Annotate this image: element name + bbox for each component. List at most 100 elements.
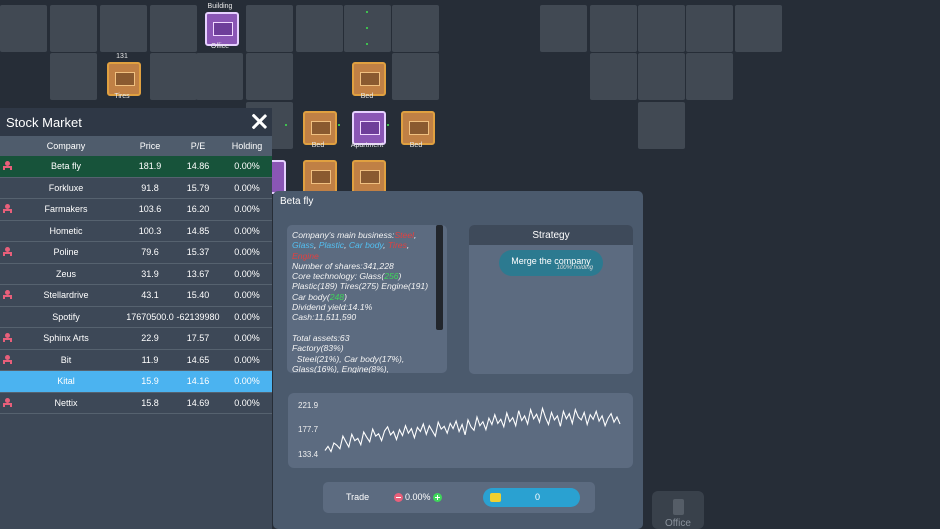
merge-company-button[interactable]: Merge the company 100% holding: [499, 250, 603, 276]
map-tile[interactable]: [590, 53, 637, 100]
column-holding[interactable]: Holding: [218, 136, 276, 156]
table-row[interactable]: Hometic 100.3 14.85 0.00%: [0, 221, 272, 242]
office-building-icon[interactable]: [205, 12, 239, 46]
map-tile[interactable]: [246, 5, 293, 52]
business-item: Car body: [348, 240, 384, 251]
table-row[interactable]: Sphinx Arts 22.9 17.57 0.00%: [0, 328, 272, 350]
map-tile[interactable]: [392, 53, 439, 100]
map-tile[interactable]: [50, 53, 97, 100]
business-item: Tires: [387, 240, 407, 251]
table-row[interactable]: Forkluxe 91.8 15.79 0.00%: [0, 178, 272, 199]
apartment-label: Apartment: [350, 142, 384, 149]
map-tile[interactable]: [735, 5, 782, 52]
company-list: Beta fly 181.9 14.86 0.00% Forkluxe 91.8 15.7…: [0, 156, 272, 414]
price-chart-svg: [324, 406, 621, 453]
column-company[interactable]: Company: [16, 136, 116, 156]
company-holding: 0.00%: [234, 333, 260, 343]
bed-factory-icon[interactable]: [401, 111, 435, 145]
company-holding: 0.00%: [234, 397, 260, 408]
road-dot: [366, 11, 368, 13]
trade-bar: Trade 0.00% 0: [323, 482, 595, 513]
trade-amount-button[interactable]: 0: [483, 488, 580, 507]
map-tile[interactable]: [100, 5, 147, 52]
trade-label: Trade: [346, 492, 370, 502]
money-icon: [490, 493, 501, 502]
dividend-text: Dividend yield:14.1%: [292, 302, 373, 313]
total-assets-text: Total assets:63: [292, 332, 350, 343]
road-dot: [387, 124, 389, 126]
company-holding: 0.00%: [234, 290, 260, 300]
plus-icon[interactable]: [433, 493, 442, 502]
company-holding: 0.00%: [234, 182, 260, 193]
map-tile[interactable]: [638, 102, 685, 149]
map-tile[interactable]: [150, 53, 197, 100]
business-item: Plastic: [318, 240, 345, 251]
tires-count: 131: [116, 53, 128, 60]
tires-factory-icon[interactable]: [107, 62, 141, 96]
table-row[interactable]: Poline 79.6 15.37 0.00%: [0, 242, 272, 264]
bed-factory-icon[interactable]: [352, 62, 386, 96]
business-item: Engine: [292, 250, 319, 261]
company-title: Beta fly: [280, 196, 314, 207]
minus-icon[interactable]: [394, 493, 403, 502]
table-row[interactable]: Nettix 15.8 14.69 0.00%: [0, 393, 272, 414]
map-tile[interactable]: [392, 5, 439, 52]
map-tile[interactable]: [590, 5, 637, 52]
person-icon: [3, 247, 12, 257]
table-row[interactable]: Beta fly 181.9 14.86 0.00%: [0, 156, 272, 178]
y-tick-label: 133.4: [298, 450, 319, 459]
apartment-building-icon[interactable]: [352, 111, 386, 145]
table-row[interactable]: Kital 15.9 14.16 0.00%: [0, 371, 272, 393]
map-tile[interactable]: [0, 5, 47, 52]
assets-line: Steel(21%), Car body(17%),: [296, 353, 405, 364]
company-name: Nettix: [54, 397, 78, 408]
building-label: Building: [207, 3, 233, 10]
table-row[interactable]: Stellardrive 43.1 15.40 0.00%: [0, 285, 272, 307]
map-tile[interactable]: [540, 5, 587, 52]
map-tile[interactable]: [246, 53, 293, 100]
trade-percent: 0.00%: [405, 492, 431, 502]
company-name: Zeus: [55, 268, 76, 279]
company-holding: 0.00%: [234, 354, 260, 365]
factory-icon[interactable]: [303, 160, 337, 194]
office-label: Office: [210, 43, 230, 50]
map-tile[interactable]: [50, 5, 97, 52]
table-row[interactable]: Farmakers 103.6 16.20 0.00%: [0, 199, 272, 221]
company-name: Forkluxe: [48, 182, 84, 193]
company-name: Hometic: [49, 225, 83, 236]
table-row[interactable]: Bit 11.9 14.65 0.00%: [0, 350, 272, 371]
person-icon: [3, 354, 12, 365]
table-row[interactable]: Zeus 31.9 13.67 0.00%: [0, 264, 272, 285]
map-tile[interactable]: [296, 5, 343, 52]
map-tile[interactable]: [686, 5, 733, 52]
main-business-label: Company's main business:: [292, 230, 395, 240]
car-body-label: Car body(: [292, 291, 330, 302]
map-tile[interactable]: [150, 5, 197, 52]
map-tile[interactable]: [196, 53, 243, 100]
road-dot: [338, 124, 340, 126]
business-item: Steel: [394, 230, 415, 240]
map-tile[interactable]: [638, 5, 685, 52]
table-header: Company Price P/E Holding: [0, 136, 272, 156]
price-line: [324, 406, 621, 453]
bed-label: Bed: [409, 142, 423, 149]
person-icon: [3, 290, 12, 300]
trade-amount: 0: [535, 492, 541, 502]
table-row[interactable]: Spotify 17670500.0 -62139980 0.00%: [0, 307, 272, 328]
map-tile[interactable]: [638, 53, 685, 100]
company-info-box[interactable]: Company's main business:Steel, Glass, Pl…: [287, 225, 447, 373]
close-icon[interactable]: [249, 112, 269, 132]
company-name: Stellardrive: [43, 290, 89, 300]
company-holding: 0.00%: [234, 268, 260, 279]
company-name: Sphinx Arts: [43, 333, 89, 343]
bed-factory-icon[interactable]: [303, 111, 337, 145]
factory-icon[interactable]: [352, 160, 386, 194]
info-scrollbar[interactable]: [436, 225, 443, 330]
price-chart: 221.9 177.7 133.4: [288, 393, 633, 468]
map-tile[interactable]: [686, 53, 733, 100]
company-name: Spotify: [52, 311, 80, 322]
company-holding: 0.00%: [234, 376, 260, 386]
shares-text: Number of shares:341,228: [292, 260, 394, 271]
office-button[interactable]: Office: [652, 491, 704, 529]
company-detail-panel: Beta fly Company's main business:Steel, …: [273, 191, 643, 529]
